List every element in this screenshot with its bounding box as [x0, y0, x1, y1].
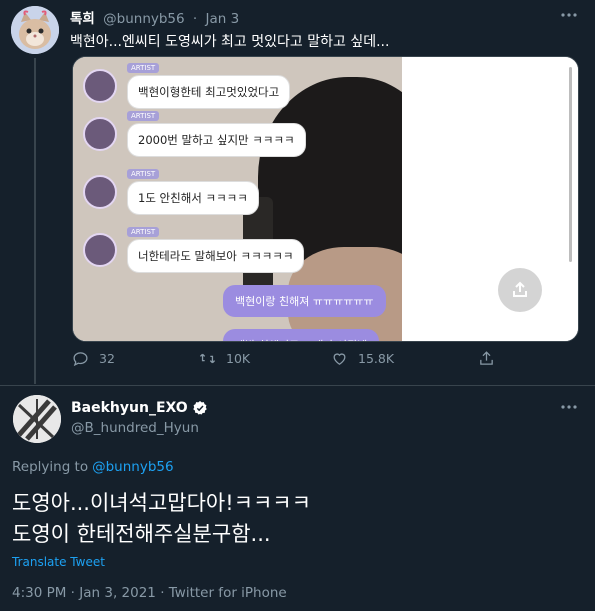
separator: · [192, 11, 198, 27]
like-button[interactable]: 15.8K [331, 350, 394, 367]
handle[interactable]: @bunnyb56 [103, 11, 184, 27]
chat-bubble: 1도 안친해서 ㅋㅋㅋㅋ [127, 181, 259, 215]
chat-avatar [83, 117, 117, 151]
display-name-text: Baekhyun_EXO [71, 400, 188, 416]
chat-avatar [83, 233, 117, 267]
photo-white-area [402, 57, 578, 341]
retweet-count: 10K [226, 351, 251, 366]
divider [0, 385, 595, 386]
share-button[interactable] [478, 350, 505, 367]
more-horizontal-icon[interactable] [560, 398, 578, 420]
handle[interactable]: @B_hundred_Hyun [71, 420, 199, 436]
replying-prefix: Replying to [12, 459, 89, 475]
tweet-text-line-2: 도영이 한테전해주실분구함... [12, 522, 271, 546]
tweet-actions: 32 10K 15.8K [72, 350, 512, 374]
artist-tag: ARTIST [127, 227, 160, 237]
reply-count: 32 [99, 351, 115, 366]
more-horizontal-icon[interactable] [560, 6, 578, 28]
artist-tag: ARTIST [127, 169, 160, 179]
exo-logo-avatar-icon [13, 395, 61, 443]
chat-avatar [83, 69, 117, 103]
thread-line [34, 58, 36, 384]
retweet-icon [199, 353, 216, 364]
cat-avatar-icon [11, 6, 59, 54]
artist-tag: ARTIST [127, 111, 160, 121]
tweet-text: 백현아...엔씨티 도영씨가 최고 멋있다고 말하고 싶데... [70, 34, 390, 50]
parent-tweet[interactable]: 톡희 @bunnyb56 · Jan 3 백현아...엔씨티 도영씨가 최고 멋… [0, 0, 595, 384]
chat-bubble: 너한테라도 말해보아 ㅋㅋㅋㅋㅋ [127, 239, 305, 273]
share-icon [480, 351, 493, 365]
display-name[interactable]: Baekhyun_EXO [71, 400, 208, 416]
my-chat-bubble: 제발 친해져도 ...내가 이뤄낼 [223, 329, 380, 341]
reply-button[interactable]: 32 [72, 350, 115, 367]
avatar[interactable] [13, 395, 61, 443]
tweet-text-line-1: 도영아...이녀석고맙다아!ㅋㅋㅋㅋ [12, 491, 311, 515]
tweet-meta: 4:30 PM · Jan 3, 2021 · Twitter for iPho… [12, 585, 287, 601]
replying-to: Replying to @bunnyb56 [12, 459, 174, 475]
reply-icon [73, 352, 88, 367]
chat-bubble: 백현이형한테 최고멋있었다고 [127, 75, 291, 109]
heart-icon [333, 353, 346, 365]
avatar[interactable] [11, 6, 59, 54]
display-name[interactable]: 톡희 [70, 11, 95, 27]
tweet-header: 톡희 @bunnyb56 · Jan 3 [70, 7, 239, 27]
mention-link[interactable]: @bunnyb56 [92, 459, 173, 475]
verified-badge-icon [192, 400, 208, 416]
share-icon [498, 268, 542, 312]
artist-tag: ARTIST [127, 63, 160, 73]
image-scrollbar [569, 67, 572, 262]
tweet-media-image[interactable]: ARTIST 백현이형한테 최고멋있었다고 ARTIST 2000번 말하고 싶… [72, 56, 579, 342]
translate-tweet-link[interactable]: Translate Tweet [12, 555, 105, 569]
chat-bubble: 2000번 말하고 싶지만 ㅋㅋㅋㅋ [127, 123, 306, 157]
retweet-button[interactable]: 10K [199, 350, 250, 367]
chat-avatar [83, 175, 117, 209]
my-chat-bubble: 백현이랑 친해져 ㅠㅠㅠㅠㅠㅠ [223, 285, 386, 317]
like-count: 15.8K [358, 351, 395, 366]
tweet-date[interactable]: Jan 3 [206, 11, 240, 27]
